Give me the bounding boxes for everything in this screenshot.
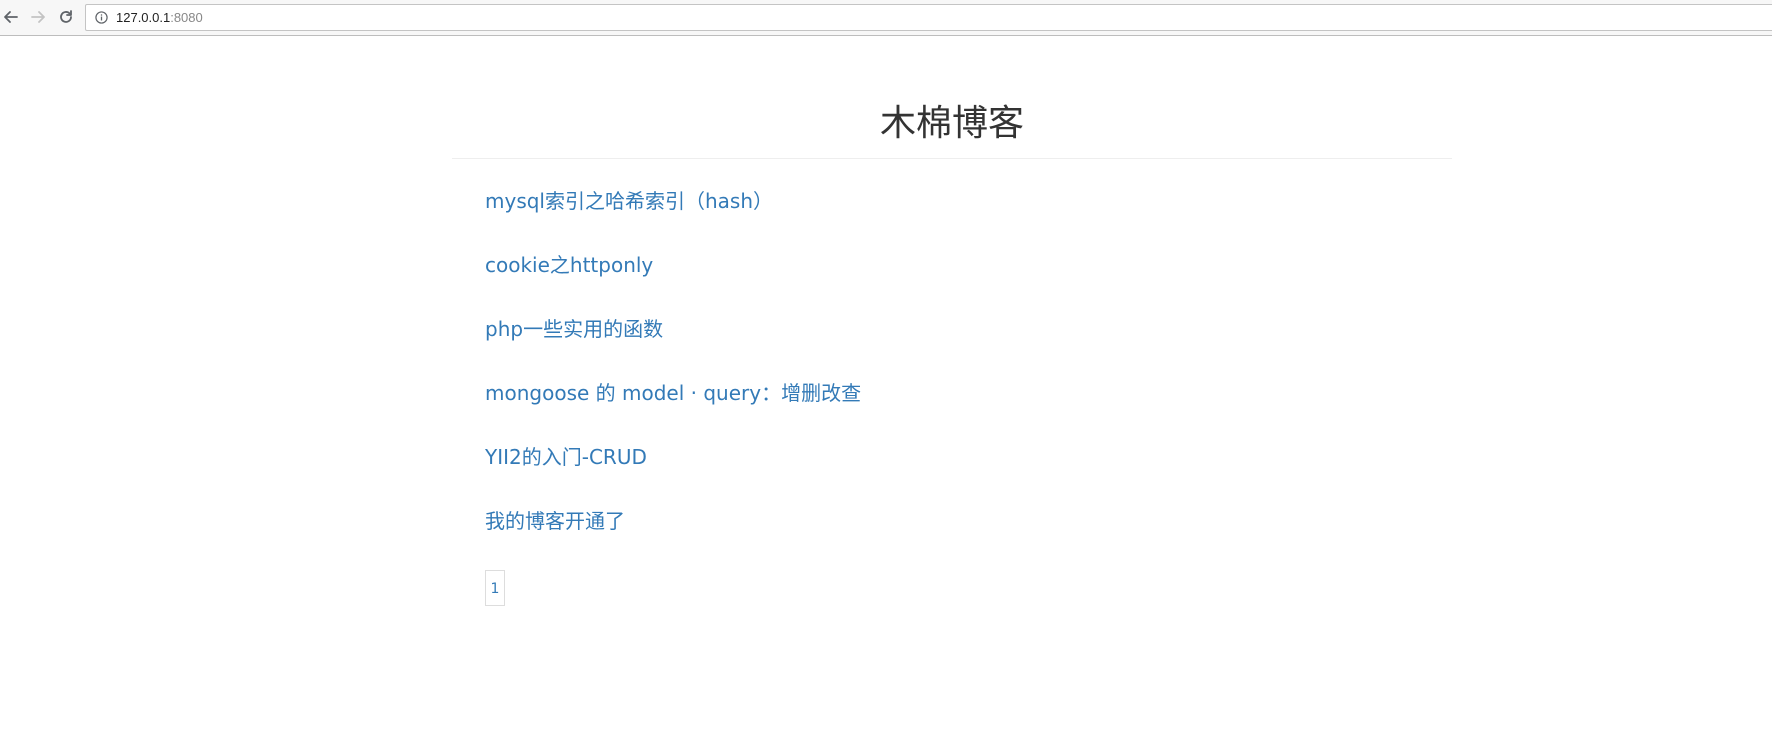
address-bar[interactable]: 127.0.0.1:8080: [85, 4, 1772, 31]
browser-toolbar: 127.0.0.1:8080: [0, 0, 1772, 36]
page-number-button[interactable]: 1: [485, 570, 505, 606]
reload-icon: [60, 10, 72, 23]
list-item: php一些实用的函数: [485, 314, 1452, 378]
list-item: cookie之httponly: [485, 250, 1452, 314]
title-divider: [452, 158, 1452, 159]
post-link[interactable]: 我的博客开通了: [485, 509, 625, 533]
arrow-left-icon: [4, 11, 18, 23]
info-icon[interactable]: [94, 11, 108, 25]
post-list: mysql索引之哈希索引（hash） cookie之httponly php一些…: [452, 186, 1452, 570]
post-link[interactable]: mysql索引之哈希索引（hash）: [485, 189, 773, 213]
list-item: mongoose 的 model · query：增删改查: [485, 378, 1452, 442]
url-host: 127.0.0.1: [116, 10, 171, 25]
list-item: mysql索引之哈希索引（hash）: [485, 186, 1452, 250]
post-link[interactable]: php一些实用的函数: [485, 317, 663, 341]
forward-button[interactable]: [27, 6, 49, 28]
post-link[interactable]: cookie之httponly: [485, 253, 653, 277]
back-button[interactable]: [0, 6, 22, 28]
post-link[interactable]: YII2的入门-CRUD: [485, 445, 647, 469]
pagination: 1: [485, 570, 505, 606]
list-item: YII2的入门-CRUD: [485, 442, 1452, 506]
list-item: 我的博客开通了: [485, 506, 1452, 570]
url-text: 127.0.0.1:8080: [116, 10, 203, 25]
url-port: :8080: [170, 10, 203, 25]
arrow-right-icon: [31, 11, 45, 23]
reload-button[interactable]: [55, 6, 77, 28]
post-link[interactable]: mongoose 的 model · query：增删改查: [485, 381, 861, 405]
page-title: 木棉博客: [879, 103, 1024, 144]
main-content: 木棉博客 mysql索引之哈希索引（hash） cookie之httponly …: [452, 36, 1452, 606]
